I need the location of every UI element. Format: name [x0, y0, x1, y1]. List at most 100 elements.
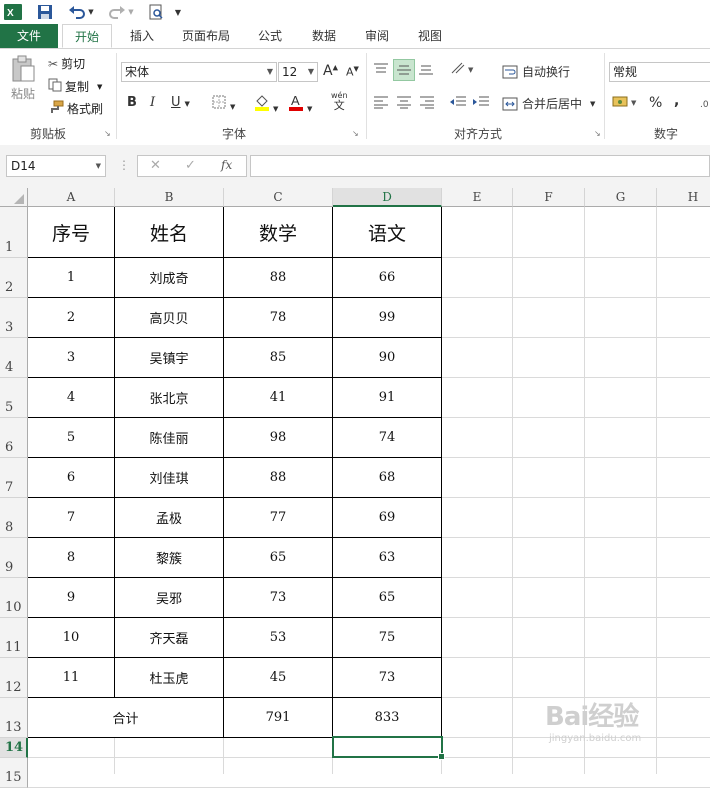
fill-color-button[interactable]: ▼ — [254, 93, 278, 114]
merge-center-button[interactable]: 合并后居中 ▼ — [502, 95, 595, 112]
cell-math[interactable]: 65 — [224, 538, 333, 578]
redo-icon[interactable]: ▼ — [106, 3, 136, 21]
row-header-1[interactable]: 1 — [0, 207, 28, 258]
copy-button[interactable]: 复制 ▼ — [48, 78, 102, 95]
cell-index[interactable]: 9 — [28, 578, 115, 618]
cell-index[interactable]: 2 — [28, 298, 115, 338]
cell-name[interactable]: 黎簇 — [115, 538, 224, 578]
row-header-13[interactable]: 13 — [0, 698, 28, 738]
undo-icon[interactable]: ▼ — [66, 3, 96, 21]
row-header-10[interactable]: 10 — [0, 578, 28, 618]
align-left-button[interactable] — [373, 95, 389, 112]
row-header-3[interactable]: 3 — [0, 298, 28, 338]
cell-name[interactable]: 刘成奇 — [115, 258, 224, 298]
cell-math[interactable]: 88 — [224, 258, 333, 298]
cell-index[interactable]: 1 — [28, 258, 115, 298]
header-math[interactable]: 数学 — [224, 207, 333, 258]
column-header-b[interactable]: B — [115, 188, 224, 207]
tab-review[interactable]: 审阅 — [357, 24, 397, 48]
cell-index[interactable]: 6 — [28, 458, 115, 498]
italic-button[interactable]: I — [150, 95, 155, 110]
selected-cell-d14[interactable] — [332, 736, 445, 760]
insert-function-button[interactable]: fx — [221, 158, 232, 172]
formula-input[interactable] — [250, 155, 710, 177]
align-middle-button[interactable] — [393, 59, 415, 81]
borders-button[interactable]: ▼ — [212, 95, 235, 112]
cell-name[interactable]: 齐天磊 — [115, 618, 224, 658]
font-color-button[interactable]: A ▼ — [288, 93, 312, 114]
cell-math[interactable]: 73 — [224, 578, 333, 618]
cell-name[interactable]: 吴邪 — [115, 578, 224, 618]
header-name[interactable]: 姓名 — [115, 207, 224, 258]
column-header-a[interactable]: A — [28, 188, 115, 207]
cell-chinese[interactable]: 66 — [333, 258, 442, 298]
cell-chinese[interactable]: 73 — [333, 658, 442, 698]
total-label[interactable]: 合计 — [28, 698, 224, 738]
header-index[interactable]: 序号 — [28, 207, 115, 258]
tab-data[interactable]: 数据 — [304, 24, 344, 48]
cell-index[interactable]: 7 — [28, 498, 115, 538]
total-chinese[interactable]: 833 — [333, 698, 442, 738]
cell-name[interactable]: 刘佳琪 — [115, 458, 224, 498]
worksheet-grid[interactable]: ABCDEFGH 1 2 3 4 5 6 7 8 9 10 11 12 13 14 15 序号 姓名 数学 语文 1… — [0, 188, 710, 788]
comma-style-button[interactable]: , — [674, 93, 679, 109]
number-format-dropdown[interactable]: 常规 — [609, 62, 710, 82]
row-header-12[interactable]: 12 — [0, 658, 28, 698]
tab-file[interactable]: 文件 — [0, 24, 58, 48]
paste-button[interactable]: 粘贴 — [8, 55, 38, 111]
cell-name[interactable]: 陈佳丽 — [115, 418, 224, 458]
align-bottom-button[interactable] — [418, 62, 434, 79]
cell-name[interactable]: 高贝贝 — [115, 298, 224, 338]
align-top-button[interactable] — [373, 62, 389, 79]
header-chinese[interactable]: 语文 — [333, 207, 442, 258]
row-header-6[interactable]: 6 — [0, 418, 28, 458]
cell-chinese[interactable]: 63 — [333, 538, 442, 578]
increase-indent-button[interactable] — [472, 95, 490, 112]
cell-chinese[interactable]: 90 — [333, 338, 442, 378]
font-name-dropdown[interactable]: 宋体 ▼ — [121, 62, 277, 82]
column-header-e[interactable]: E — [442, 188, 513, 207]
customize-qat-icon[interactable]: ▼ — [172, 3, 184, 21]
cell-math[interactable]: 85 — [224, 338, 333, 378]
total-math[interactable]: 791 — [224, 698, 333, 738]
cell-math[interactable]: 78 — [224, 298, 333, 338]
cell-math[interactable]: 45 — [224, 658, 333, 698]
format-painter-button[interactable]: 格式刷 — [48, 100, 103, 117]
cell-chinese[interactable]: 65 — [333, 578, 442, 618]
tab-insert[interactable]: 插入 — [122, 24, 162, 48]
dialog-launcher-icon[interactable]: ↘ — [594, 129, 601, 138]
align-center-button[interactable] — [396, 95, 412, 112]
orientation-button[interactable]: ▼ — [450, 61, 476, 78]
dialog-launcher-icon[interactable]: ↘ — [352, 129, 359, 138]
row-header-14[interactable]: 14 — [0, 738, 28, 758]
font-size-dropdown[interactable]: 12 ▼ — [278, 62, 318, 82]
row-header-15[interactable]: 15 — [0, 758, 28, 788]
cell-math[interactable]: 88 — [224, 458, 333, 498]
cancel-entry-button[interactable]: ✕ — [150, 158, 161, 173]
cell-name[interactable]: 吴镇宇 — [115, 338, 224, 378]
print-preview-icon[interactable] — [146, 3, 166, 21]
cell-index[interactable]: 4 — [28, 378, 115, 418]
percent-style-button[interactable]: % — [649, 95, 662, 111]
phonetic-guide-button[interactable]: wén 文 — [331, 91, 348, 112]
cell-index[interactable]: 5 — [28, 418, 115, 458]
decrease-indent-button[interactable] — [449, 95, 467, 112]
row-header-4[interactable]: 4 — [0, 338, 28, 378]
shrink-font-button[interactable]: A▼ — [346, 65, 359, 79]
align-right-button[interactable] — [419, 95, 435, 112]
cell-index[interactable]: 10 — [28, 618, 115, 658]
name-box[interactable]: D14 ▼ — [6, 155, 106, 177]
cell-math[interactable]: 41 — [224, 378, 333, 418]
cell-chinese[interactable]: 69 — [333, 498, 442, 538]
confirm-entry-button[interactable]: ✓ — [185, 158, 196, 173]
tab-view[interactable]: 视图 — [410, 24, 450, 48]
increase-decimal-button[interactable]: .0 — [700, 96, 710, 113]
underline-button[interactable]: U ▼ — [171, 95, 190, 110]
select-all-corner[interactable] — [0, 188, 28, 207]
column-header-c[interactable]: C — [224, 188, 333, 207]
column-header-d[interactable]: D — [333, 188, 442, 207]
tab-home[interactable]: 开始 — [62, 24, 112, 48]
dialog-launcher-icon[interactable]: ↘ — [104, 129, 111, 138]
cell-chinese[interactable]: 91 — [333, 378, 442, 418]
tab-formulas[interactable]: 公式 — [250, 24, 290, 48]
